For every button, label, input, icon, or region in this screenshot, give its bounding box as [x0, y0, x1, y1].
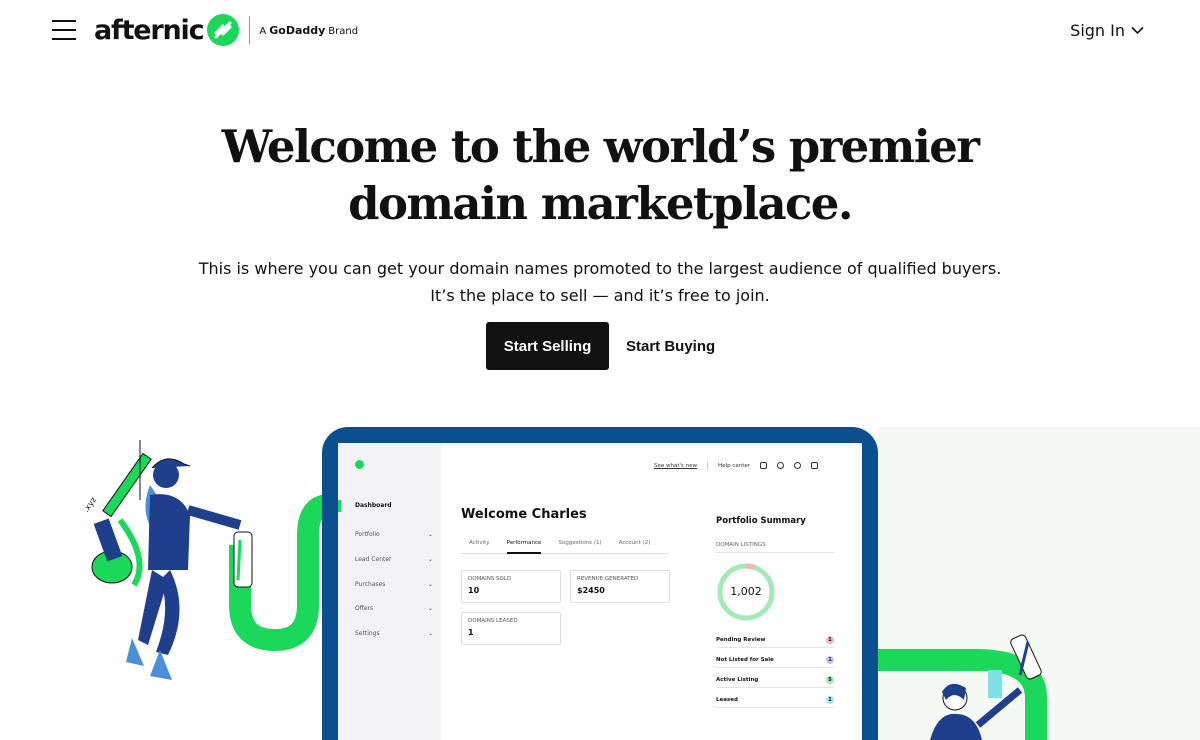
- apps-grid-icon[interactable]: [760, 462, 767, 469]
- sidebar-item-label: Offers: [355, 605, 374, 612]
- brand-suffix: Brand: [328, 25, 359, 37]
- dashboard-sidebar: Dashboard Portfolio ⌄ Lead Center ⌄ Purcha…: [338, 443, 441, 740]
- tab-performance[interactable]: Performance: [506, 540, 542, 554]
- dashboard-logo-icon: [355, 460, 364, 469]
- laptop-device: Dashboard Portfolio ⌄ Lead Center ⌄ Purcha…: [322, 427, 878, 740]
- card-value: 10: [468, 586, 480, 595]
- status-label: Leased: [716, 696, 738, 703]
- chevron-down-icon: ⌄: [427, 581, 433, 588]
- domain-listings-label: DOMAIN LISTINGS: [716, 542, 834, 553]
- domains-leased-card: Domains Leased 1: [461, 612, 561, 645]
- card-value: 1: [468, 628, 474, 637]
- menu-icon[interactable]: [52, 20, 76, 40]
- card-label: Domains Leased: [468, 618, 518, 624]
- status-count: 1: [826, 695, 834, 704]
- chevron-down-icon: ⌄: [427, 556, 433, 563]
- status-label: Not Listed for Sale: [716, 656, 774, 663]
- card-label: Revenue Generated: [577, 576, 639, 582]
- portfolio-summary-title: Portfolio Summary: [716, 516, 806, 526]
- status-row-pending-review[interactable]: Pending Review 1: [716, 632, 834, 648]
- chevron-down-icon: [1131, 26, 1144, 35]
- welcome-heading: Welcome Charles: [461, 507, 587, 522]
- sidebar-item-offers[interactable]: Offers ⌄: [355, 605, 433, 612]
- brand-prefix: A: [259, 25, 267, 37]
- active-indicator: [338, 500, 341, 512]
- dashboard-screen: Dashboard Portfolio ⌄ Lead Center ⌄ Purcha…: [338, 443, 862, 740]
- card-label: Domains Sold: [468, 576, 512, 582]
- bell-icon[interactable]: [777, 462, 784, 469]
- whats-new-link[interactable]: See what's new: [654, 463, 697, 469]
- chevron-down-icon: ⌄: [427, 605, 433, 612]
- logo-divider: [249, 16, 251, 44]
- sidebar-item-label: Dashboard: [355, 502, 392, 509]
- dashboard-topbar: See what's new Help center: [654, 461, 818, 470]
- hero-illustration: .xyz Dashboard Portfolio ⌄ Lead Center ⌄ P…: [0, 400, 1200, 740]
- logo-mark-icon: [207, 14, 240, 46]
- logo-wordmark: afternic: [94, 14, 205, 46]
- cart-icon[interactable]: [811, 462, 818, 469]
- domains-sold-card: Domains Sold 10: [461, 570, 561, 603]
- chevron-down-icon: ⌄: [427, 630, 433, 637]
- sign-in-label: Sign In: [1070, 21, 1125, 40]
- sidebar-item-portfolio[interactable]: Portfolio ⌄: [355, 531, 433, 538]
- tab-suggestions[interactable]: Suggestions (1): [558, 540, 601, 553]
- person-with-sign-illustration: .xyz: [81, 440, 253, 680]
- start-selling-button[interactable]: Start Selling: [486, 322, 609, 370]
- hero-subtitle: This is where you can get your domain na…: [0, 255, 1200, 309]
- card-value: $2450: [577, 586, 605, 595]
- hero-sub-line1: This is where you can get your domain na…: [198, 259, 1002, 278]
- sidebar-item-label: Settings: [355, 630, 380, 637]
- svg-text:.xyz: .xyz: [81, 495, 98, 513]
- brand-name: GoDaddy: [269, 23, 326, 37]
- dashboard-tabs: Activity Performance Suggestions (1) Acc…: [461, 540, 669, 554]
- revenue-generated-card: Revenue Generated $2450: [570, 570, 670, 603]
- hero-title: Welcome to the world’s premier domain ma…: [0, 118, 1200, 232]
- listings-total: 1,002: [730, 585, 762, 598]
- sign-in-button[interactable]: Sign In: [1070, 21, 1144, 40]
- hero-sub-line2: It’s the place to sell — and it’s free t…: [430, 286, 770, 305]
- status-count: 5: [826, 675, 834, 684]
- status-label: Active Listing: [716, 676, 759, 683]
- sidebar-item-label: Purchases: [355, 581, 386, 588]
- sidebar-item-lead-center[interactable]: Lead Center ⌄: [355, 556, 433, 563]
- afternic-logo[interactable]: afternic A GoDaddy Brand: [94, 12, 358, 48]
- chevron-down-icon: ⌄: [427, 531, 433, 538]
- sidebar-item-dashboard[interactable]: Dashboard: [355, 502, 433, 509]
- help-center-link[interactable]: Help center: [718, 463, 750, 469]
- topbar-divider: [707, 461, 709, 470]
- status-row-not-listed[interactable]: Not Listed for Sale 1: [716, 652, 834, 668]
- status-count: 1: [826, 655, 834, 664]
- tab-account[interactable]: Account (2): [619, 540, 651, 553]
- site-header: afternic A GoDaddy Brand Sign In: [0, 0, 1200, 64]
- sidebar-item-label: Lead Center: [355, 556, 392, 563]
- sidebar-item-label: Portfolio: [355, 531, 380, 538]
- account-icon[interactable]: [794, 462, 801, 469]
- tab-activity[interactable]: Activity: [469, 540, 490, 553]
- sidebar-item-purchases[interactable]: Purchases ⌄: [355, 581, 433, 588]
- hero-title-line2: domain marketplace.: [348, 177, 853, 230]
- status-row-leased[interactable]: Leased 1: [716, 692, 834, 708]
- status-label: Pending Review: [716, 636, 766, 643]
- person-with-domain-tag-illustration: [930, 634, 1042, 740]
- start-buying-link[interactable]: Start Buying: [626, 338, 715, 355]
- hero-title-line1: Welcome to the world’s premier: [221, 120, 980, 173]
- sidebar-item-settings[interactable]: Settings ⌄: [355, 630, 433, 637]
- status-row-active-listing[interactable]: Active Listing 5: [716, 672, 834, 688]
- status-count: 1: [826, 635, 834, 644]
- godaddy-brand-line: A GoDaddy Brand: [259, 24, 358, 37]
- cta-row: Start Selling Start Buying: [486, 322, 715, 370]
